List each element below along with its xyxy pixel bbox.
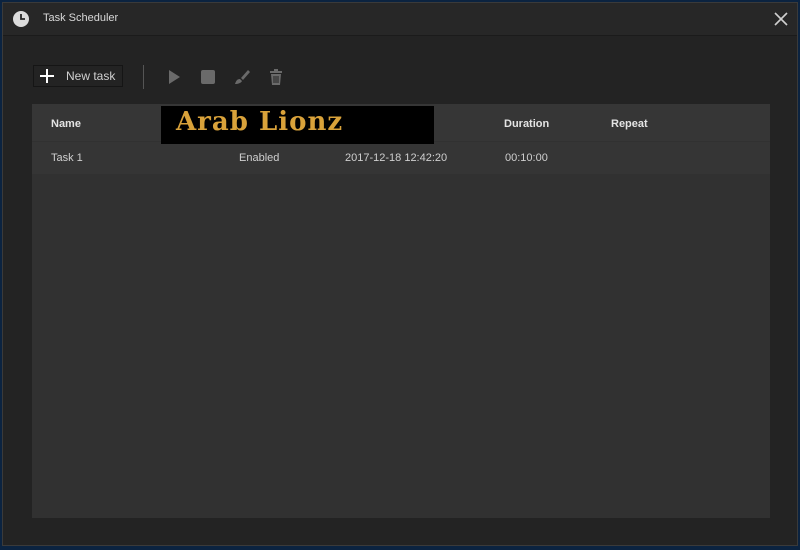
watermark-text: Arab Lionz bbox=[176, 107, 344, 137]
column-header-name[interactable]: Name bbox=[51, 118, 81, 130]
task-scheduler-window: Task Scheduler New task Name Duration Re… bbox=[2, 2, 798, 546]
window-title: Task Scheduler bbox=[43, 12, 119, 24]
new-task-button[interactable]: New task bbox=[33, 65, 123, 87]
column-header-duration[interactable]: Duration bbox=[504, 118, 549, 130]
stop-icon[interactable] bbox=[199, 68, 217, 86]
brush-icon[interactable] bbox=[233, 68, 251, 86]
plus-icon bbox=[40, 69, 54, 83]
play-icon[interactable] bbox=[165, 68, 183, 86]
close-button[interactable] bbox=[771, 9, 791, 29]
new-task-label: New task bbox=[66, 69, 116, 83]
title-bar[interactable]: Task Scheduler bbox=[3, 3, 797, 36]
column-header-repeat[interactable]: Repeat bbox=[611, 118, 648, 130]
table-row[interactable]: Task 1 Enabled 2017-12-18 12:42:20 00:10… bbox=[32, 142, 770, 174]
trash-icon[interactable] bbox=[267, 68, 285, 86]
task-duration-cell: 00:10:00 bbox=[505, 152, 548, 164]
close-icon bbox=[774, 12, 788, 26]
watermark-logo: Arab Lionz bbox=[161, 106, 434, 144]
task-list-panel: Name Duration Repeat Task 1 Enabled 2017… bbox=[32, 104, 770, 518]
toolbar-separator bbox=[143, 65, 144, 89]
task-name-cell: Task 1 bbox=[51, 152, 83, 164]
clock-icon bbox=[13, 11, 29, 27]
toolbar: New task bbox=[33, 65, 333, 91]
task-start-cell: 2017-12-18 12:42:20 bbox=[345, 152, 448, 164]
task-status-cell: Enabled bbox=[239, 152, 280, 164]
